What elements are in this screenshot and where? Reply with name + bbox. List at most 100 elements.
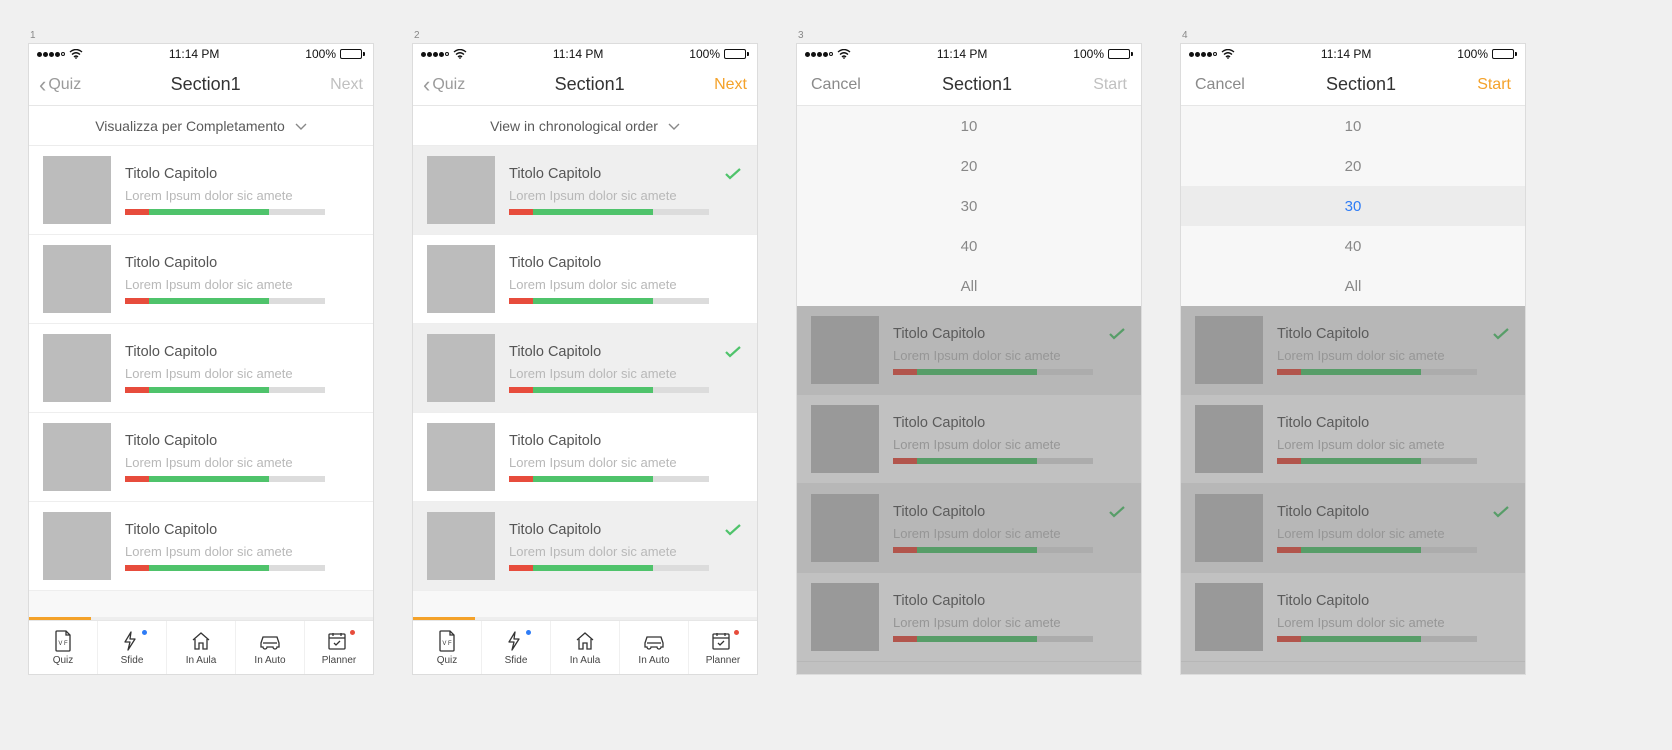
svg-text:V F: V F [442,641,452,647]
signal-dots [1189,52,1217,57]
status-bar: 11:14 PM 100% [797,44,1141,64]
list-item[interactable]: Titolo Capitolo Lorem Ipsum dolor sic am… [29,235,373,324]
tab-quiz[interactable]: V F Quiz [29,621,97,674]
tab-label: Quiz [53,655,74,666]
picker-sheet: 11:14 PM 100% Cancel Section1 Start 1020… [797,44,1141,306]
tab-sfide[interactable]: Sfide [481,621,550,674]
wifi-icon [837,49,851,59]
bottom-progress [29,617,373,620]
screen-number: 4 [1182,30,1526,41]
picker-option[interactable]: 30 [797,186,1141,226]
home-icon [190,630,212,652]
nav-title: Section1 [555,74,625,95]
list-item[interactable]: Titolo Capitolo Lorem Ipsum dolor sic am… [29,413,373,502]
battery-percent: 100% [1457,47,1488,61]
chevron-down-icon [295,118,307,134]
tab-planner[interactable]: Planner [688,621,757,674]
start-button[interactable]: Start [1477,76,1511,94]
chevron-left-icon: ‹ [39,74,46,96]
chapter-title: Titolo Capitolo [125,344,359,360]
list-item[interactable]: Titolo Capitolo Lorem Ipsum dolor sic am… [413,235,757,324]
picker-option[interactable]: 20 [797,146,1141,186]
tab-in aula[interactable]: In Aula [166,621,235,674]
back-button[interactable]: ‹ Quiz [39,74,81,96]
picker-options: 10203040All [1181,106,1525,306]
thumbnail [427,156,495,224]
tab-quiz[interactable]: V F Quiz [413,621,481,674]
picker-option[interactable]: 40 [797,226,1141,266]
picker-sheet: 11:14 PM 100% Cancel Section1 Start 1020… [1181,44,1525,306]
chapter-title: Titolo Capitolo [125,166,359,182]
list-area[interactable]: Titolo Capitolo Lorem Ipsum dolor sic am… [29,146,373,617]
chapter-subtitle: Lorem Ipsum dolor sic amete [509,188,743,203]
picker-option[interactable]: 10 [1181,106,1525,146]
chapter-title: Titolo Capitolo [509,255,743,271]
tab-sfide[interactable]: Sfide [97,621,166,674]
doc-icon: V F [437,630,457,652]
next-button[interactable]: Next [330,76,363,94]
picker-option[interactable]: 30 [1181,186,1525,226]
mobile-screen: 11:14 PM 100% ‹ Quiz Section1 Next View … [412,43,758,675]
thumbnail [43,512,111,580]
list-area[interactable]: Titolo Capitolo Lorem Ipsum dolor sic am… [413,146,757,617]
tab-planner[interactable]: Planner [304,621,373,674]
chapter-subtitle: Lorem Ipsum dolor sic amete [125,455,359,470]
picker-overlay: 11:14 PM 100% Cancel Section1 Start 1020… [797,44,1141,674]
picker-option[interactable]: All [797,266,1141,306]
tab-label: Planner [706,655,740,666]
picker-option[interactable]: 10 [797,106,1141,146]
picker-option[interactable]: 40 [1181,226,1525,266]
thumbnail [427,423,495,491]
tab-bar: V F Quiz Sfide In Aula [413,620,757,674]
list-item[interactable]: Titolo Capitolo Lorem Ipsum dolor sic am… [413,413,757,502]
status-bar: 11:14 PM 100% [413,44,757,64]
thumbnail [427,334,495,402]
picker-overlay: 11:14 PM 100% Cancel Section1 Start 1020… [1181,44,1525,674]
tab-label: In Auto [254,655,285,666]
status-time: 11:14 PM [169,47,219,61]
battery-icon [340,49,365,59]
doc-icon: V F [53,630,73,652]
badge-dot [142,630,147,635]
check-icon [725,520,741,541]
nav-bar: ‹ Quiz Section1 Next [29,64,373,106]
chapter-subtitle: Lorem Ipsum dolor sic amete [509,277,743,292]
tab-label: Planner [322,655,356,666]
chapter-title: Titolo Capitolo [509,344,743,360]
start-button[interactable]: Start [1093,76,1127,94]
picker-nav: Cancel Section1 Start [1181,64,1525,106]
list-item[interactable]: Titolo Capitolo Lorem Ipsum dolor sic am… [413,324,757,413]
car-icon [257,630,283,652]
thumbnail [43,334,111,402]
cancel-button[interactable]: Cancel [1195,76,1245,94]
list-item[interactable]: Titolo Capitolo Lorem Ipsum dolor sic am… [413,502,757,591]
screen-number: 3 [798,30,1142,41]
tab-in aula[interactable]: In Aula [550,621,619,674]
list-item[interactable]: Titolo Capitolo Lorem Ipsum dolor sic am… [29,502,373,591]
cancel-button[interactable]: Cancel [811,76,861,94]
picker-option[interactable]: 20 [1181,146,1525,186]
chapter-title: Titolo Capitolo [125,433,359,449]
chapter-subtitle: Lorem Ipsum dolor sic amete [509,366,743,381]
back-button[interactable]: ‹ Quiz [423,74,465,96]
signal-dots [421,52,449,57]
filter-label: View in chronological order [490,118,658,134]
progress-bar [509,387,709,393]
chevron-left-icon: ‹ [423,74,430,96]
next-button[interactable]: Next [714,76,747,94]
tab-in auto[interactable]: In Auto [235,621,304,674]
filter-dropdown[interactable]: Visualizza per Completamento [29,106,373,146]
bottom-progress [413,617,757,620]
filter-label: Visualizza per Completamento [95,118,285,134]
check-icon [725,164,741,185]
picker-option[interactable]: All [1181,266,1525,306]
list-item[interactable]: Titolo Capitolo Lorem Ipsum dolor sic am… [29,324,373,413]
tab-in auto[interactable]: In Auto [619,621,688,674]
filter-dropdown[interactable]: View in chronological order [413,106,757,146]
bolt-icon [120,630,145,652]
nav-bar: ‹ Quiz Section1 Next [413,64,757,106]
wifi-icon [1221,49,1235,59]
list-item[interactable]: Titolo Capitolo Lorem Ipsum dolor sic am… [29,146,373,235]
list-item[interactable]: Titolo Capitolo Lorem Ipsum dolor sic am… [413,146,757,235]
battery-icon [1108,49,1133,59]
